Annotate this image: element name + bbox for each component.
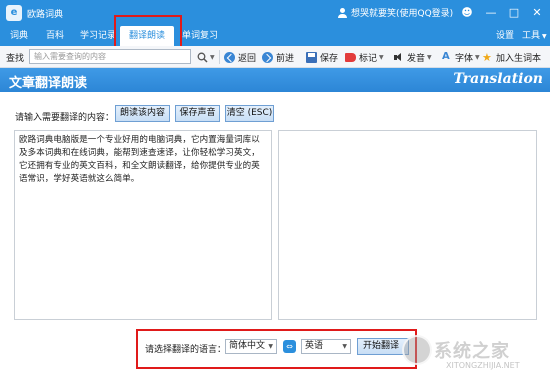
watermark: 系统之家 XITONGZHIJIA.NET	[400, 333, 550, 382]
chevron-down-icon: ▼	[542, 33, 547, 40]
save-sound-button[interactable]: 保存声音	[175, 105, 220, 122]
settings-menu[interactable]: 设置	[496, 26, 514, 46]
speaker-icon	[393, 52, 404, 63]
page-title-en: Translation	[453, 71, 543, 87]
pronounce-label: 发音	[407, 53, 426, 64]
app-window: e 欧路词典 想哭就要笑(使用QQ登录) ☻ — □ ✕ 词典 百科 学习记录 …	[0, 0, 550, 382]
app-title: 欧路词典	[27, 9, 64, 20]
chevron-down-icon: ▼	[475, 53, 480, 61]
mark-label: 标记	[359, 53, 378, 64]
back-button[interactable]: 返回	[224, 49, 256, 65]
skin-icon[interactable]: ☻	[459, 5, 475, 21]
forward-label: 前进	[276, 53, 295, 64]
app-logo-icon: e	[6, 5, 22, 21]
source-text: 欧路词典电脑版是一个专业好用的电脑词典，它内置海量词库以及多本词典和在线词典，能…	[19, 135, 260, 184]
page-title: 文章翻译朗读	[9, 76, 88, 91]
read-aloud-button[interactable]: 朗读该内容	[115, 105, 170, 122]
tab-encyclopedia[interactable]: 百科	[40, 26, 70, 46]
forward-button[interactable]: 前进	[262, 49, 294, 65]
chevron-down-icon: ▼	[427, 53, 432, 61]
toolbar: 查找 ▼ 返回 前进 保存 标记 ▼ 发音 ▼	[0, 46, 550, 68]
tools-label: 工具	[522, 31, 541, 41]
mark-button[interactable]: 标记 ▼	[345, 49, 384, 65]
translation-output-area[interactable]	[278, 130, 537, 320]
search-input[interactable]	[30, 50, 190, 63]
input-prompt: 请输入需要翻译的内容：	[15, 113, 115, 123]
title-bar: e 欧路词典 想哭就要笑(使用QQ登录) ☻ — □ ✕	[0, 0, 550, 26]
magnifier-icon[interactable]: ▼	[197, 49, 215, 65]
forward-arrow-icon	[262, 51, 273, 63]
tag-icon	[345, 52, 356, 62]
floppy-icon	[306, 51, 317, 63]
add-wordbook-label: 加入生词本	[496, 53, 542, 64]
font-label: 字体	[455, 53, 474, 64]
user-label: 想哭就要笑(使用QQ登录)	[351, 9, 454, 19]
pronounce-button[interactable]: 发音 ▼	[393, 49, 432, 65]
maximize-icon[interactable]: □	[506, 5, 522, 21]
highlight-box-translate-bar	[136, 329, 417, 369]
toolbar-divider	[219, 50, 220, 64]
watermark-text: 系统之家	[434, 341, 510, 362]
watermark-logo-icon	[402, 335, 432, 365]
back-arrow-icon	[224, 51, 235, 63]
save-label: 保存	[320, 53, 339, 64]
add-wordbook-button[interactable]: ★ 加入生词本	[482, 49, 541, 65]
chevron-down-icon: ▼	[210, 53, 215, 61]
back-label: 返回	[238, 53, 257, 64]
font-button[interactable]: 字体 ▼	[441, 49, 480, 65]
font-icon	[441, 51, 452, 63]
search-icon	[197, 52, 208, 63]
user-account[interactable]: 想哭就要笑(使用QQ登录)	[338, 6, 453, 19]
tab-dictionary[interactable]: 词典	[4, 26, 34, 46]
search-field[interactable]	[29, 49, 191, 64]
clear-button[interactable]: 清空 (ESC)	[225, 105, 274, 122]
section-banner: 文章翻译朗读 Translation	[0, 68, 550, 92]
minimize-icon[interactable]: —	[483, 5, 499, 21]
tools-menu[interactable]: 工具 ▼	[522, 26, 547, 46]
source-text-area[interactable]: 欧路词典电脑版是一个专业好用的电脑词典，它内置海量词库以及多本词典和在线词典，能…	[14, 130, 272, 320]
tab-word-review[interactable]: 单词复习	[178, 26, 222, 46]
star-icon: ★	[482, 50, 492, 64]
menu-bar: 词典 百科 学习记录 翻译朗读 单词复习 设置 工具 ▼	[0, 26, 550, 46]
search-label: 查找	[6, 54, 25, 64]
save-button[interactable]: 保存	[306, 49, 338, 65]
user-icon	[338, 7, 347, 18]
chevron-down-icon: ▼	[379, 53, 384, 61]
watermark-url: XITONGZHIJIA.NET	[446, 361, 520, 370]
close-icon[interactable]: ✕	[529, 5, 545, 21]
